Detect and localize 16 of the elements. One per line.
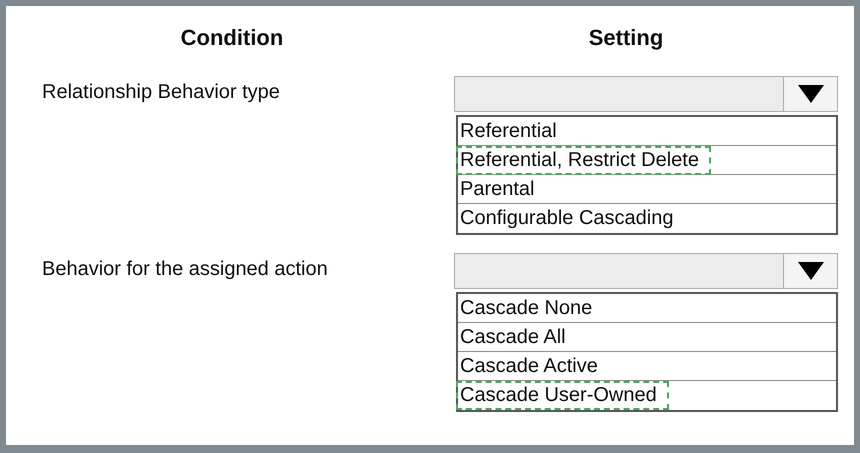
dropdown[interactable] (454, 253, 838, 289)
dropdown[interactable] (454, 76, 838, 112)
column-header: Setting (588, 24, 664, 52)
caret-icon (798, 262, 824, 280)
dropdown-option[interactable]: Parental (456, 175, 546, 204)
caret-icon (798, 85, 824, 103)
dropdown-option[interactable]: Cascade All (456, 323, 578, 352)
column-header: Condition (180, 24, 284, 52)
dropdown-option[interactable]: Cascade None (456, 294, 604, 323)
row-label: Behavior for the assigned action (42, 257, 328, 281)
dropdown-option[interactable]: Configurable Cascading (456, 204, 686, 233)
dropdown-option[interactable]: Cascade Active (456, 352, 610, 381)
dropdown-option[interactable]: Referential, Restrict Delete (456, 146, 711, 175)
row-label: Relationship Behavior type (42, 80, 280, 104)
dropdown-option[interactable]: Cascade User-Owned (456, 381, 669, 410)
dropdown-option[interactable]: Referential (456, 117, 569, 146)
